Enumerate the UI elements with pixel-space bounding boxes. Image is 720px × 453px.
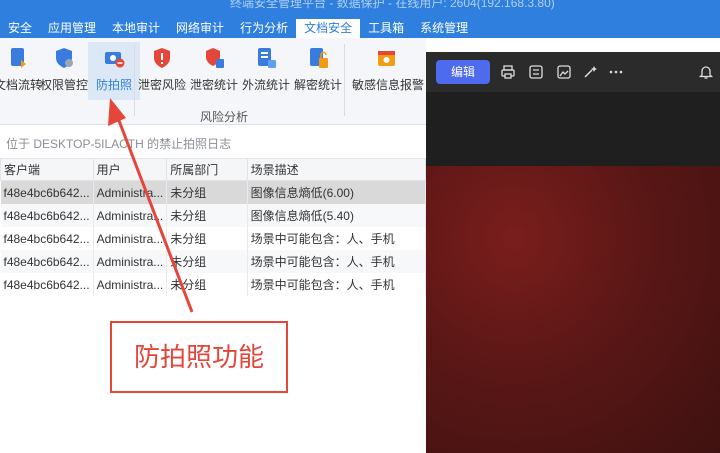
cell-client: f48e4bc6b642... xyxy=(0,250,94,273)
sensitive-alert-icon xyxy=(375,46,399,70)
anti-photo-camera-icon xyxy=(102,46,126,70)
menu-bar: 安全 应用管理 本地审计 网络审计 行为分析 文档安全 工具箱 系统管理 xyxy=(0,19,476,38)
cell-client: f48e4bc6b642... xyxy=(0,204,94,227)
menu-tab-local-audit[interactable]: 本地审计 xyxy=(104,19,168,38)
photo-viewer-window: 编辑 xyxy=(426,52,720,453)
ribbon-button-outflow-stats[interactable]: 外流统计 xyxy=(240,42,292,100)
menu-tab-document-security[interactable]: 文档安全 xyxy=(296,19,361,38)
captured-photo xyxy=(426,166,720,453)
cell-scene-description: 场景中可能包含：人、手机 xyxy=(247,250,427,273)
title-bar: 终端安全管理平台 - 数据保护 - 在线用户: 2604(192.168.3.8… xyxy=(0,0,720,38)
cell-scene-description: 图像信息熵低(6.00) xyxy=(247,180,427,204)
table-row[interactable]: f48e4bc6b642... Administra... 未分组 图像信息熵低… xyxy=(0,180,427,204)
ribbon-button-leak-stats[interactable]: 泄密统计 xyxy=(188,42,240,100)
ribbon-button-leak-risk[interactable]: 泄密风险 xyxy=(136,42,188,100)
table-row[interactable]: f48e4bc6b642... Administra... 未分组 场景中可能包… xyxy=(0,227,427,250)
adjust-icon[interactable] xyxy=(528,64,544,80)
leak-risk-shield-icon xyxy=(150,46,174,70)
cell-department: 未分组 xyxy=(166,250,248,273)
ribbon-button-sensitive-alert[interactable]: 敏感信息报警 xyxy=(352,42,425,100)
table-header-row: 客户端 用户 所属部门 场景描述 xyxy=(0,158,427,181)
ribbon-button-decrypt-stats[interactable]: 解密统计 xyxy=(292,42,344,100)
ribbon-label: 外流统计 xyxy=(241,78,290,92)
menu-tab-system-management[interactable]: 系统管理 xyxy=(412,19,476,38)
cell-department: 未分组 xyxy=(166,273,248,296)
ribbon-button-permission-control[interactable]: 权限管控 xyxy=(38,42,90,100)
bell-icon[interactable] xyxy=(698,64,714,80)
outflow-stats-icon xyxy=(254,46,278,70)
cell-department: 未分组 xyxy=(166,180,248,204)
cell-user: Administra... xyxy=(93,227,168,250)
decrypt-stats-icon xyxy=(306,46,330,70)
cell-user: Administra... xyxy=(93,250,168,273)
ribbon-toolbar: 文档流转 权限管控 防拍照 泄密风险 泄密统计 外流统计 解密统计 xyxy=(0,38,426,125)
edit-button[interactable]: 编辑 xyxy=(436,60,490,84)
column-header-scene-description[interactable]: 场景描述 xyxy=(246,158,427,181)
column-header-client[interactable]: 客户端 xyxy=(0,158,94,181)
document-flow-icon xyxy=(6,46,30,70)
ribbon-button-anti-photo[interactable]: 防拍照 xyxy=(88,42,140,100)
menu-tab-security[interactable]: 安全 xyxy=(0,19,40,38)
ribbon-label: 泄密统计 xyxy=(189,78,238,92)
ribbon-label: 解密统计 xyxy=(293,78,342,92)
ribbon-group-label: 风险分析 xyxy=(200,110,249,124)
more-icon[interactable] xyxy=(608,64,624,80)
ribbon-label: 权限管控 xyxy=(39,78,88,92)
menu-tab-app-management[interactable]: 应用管理 xyxy=(40,19,104,38)
annotation-callout: 防拍照功能 xyxy=(110,321,288,393)
menu-tab-toolbox[interactable]: 工具箱 xyxy=(360,19,412,38)
table-row[interactable]: f48e4bc6b642... Administra... 未分组 图像信息熵低… xyxy=(0,204,427,227)
cell-client: f48e4bc6b642... xyxy=(0,273,94,296)
window-title: 终端安全管理平台 - 数据保护 - 在线用户: 2604(192.168.3.8… xyxy=(230,0,555,10)
viewer-toolbar: 编辑 xyxy=(426,52,720,92)
ribbon-label: 泄密风险 xyxy=(137,78,186,92)
breadcrumb: 位于 DESKTOP-5ILACTH 的禁止拍照日志 xyxy=(6,137,232,151)
column-header-user[interactable]: 用户 xyxy=(92,158,168,181)
cell-user: Administra... xyxy=(93,180,168,204)
cell-client: f48e4bc6b642... xyxy=(0,180,94,204)
ribbon-label: 敏感信息报警 xyxy=(352,78,425,92)
leak-stats-icon xyxy=(202,46,226,70)
permission-shield-icon xyxy=(52,46,76,70)
cell-scene-description: 场景中可能包含：人、手机 xyxy=(247,227,427,250)
ribbon-divider xyxy=(134,44,135,116)
table-row[interactable]: f48e4bc6b642... Administra... 未分组 场景中可能包… xyxy=(0,250,427,273)
cell-department: 未分组 xyxy=(166,204,248,227)
cell-department: 未分组 xyxy=(166,227,248,250)
menu-tab-network-audit[interactable]: 网络审计 xyxy=(168,19,232,38)
table-row[interactable]: f48e4bc6b642... Administra... 未分组 场景中可能包… xyxy=(0,273,427,296)
cell-client: f48e4bc6b642... xyxy=(0,227,94,250)
cell-scene-description: 图像信息熵低(5.40) xyxy=(247,204,427,227)
ai-sparkle-icon[interactable] xyxy=(582,64,598,80)
menu-tab-behavior-analysis[interactable]: 行为分析 xyxy=(232,19,296,38)
column-header-department[interactable]: 所属部门 xyxy=(166,158,248,181)
print-icon[interactable] xyxy=(500,64,516,80)
image-edit-icon[interactable] xyxy=(556,64,572,80)
ribbon-divider xyxy=(344,44,345,116)
cell-scene-description: 场景中可能包含：人、手机 xyxy=(247,273,427,296)
cell-user: Administra... xyxy=(93,273,168,296)
log-table: 客户端 用户 所属部门 场景描述 f48e4bc6b642... Adminis… xyxy=(0,158,427,296)
cell-user: Administra... xyxy=(93,204,168,227)
ribbon-label: 防拍照 xyxy=(95,78,132,92)
